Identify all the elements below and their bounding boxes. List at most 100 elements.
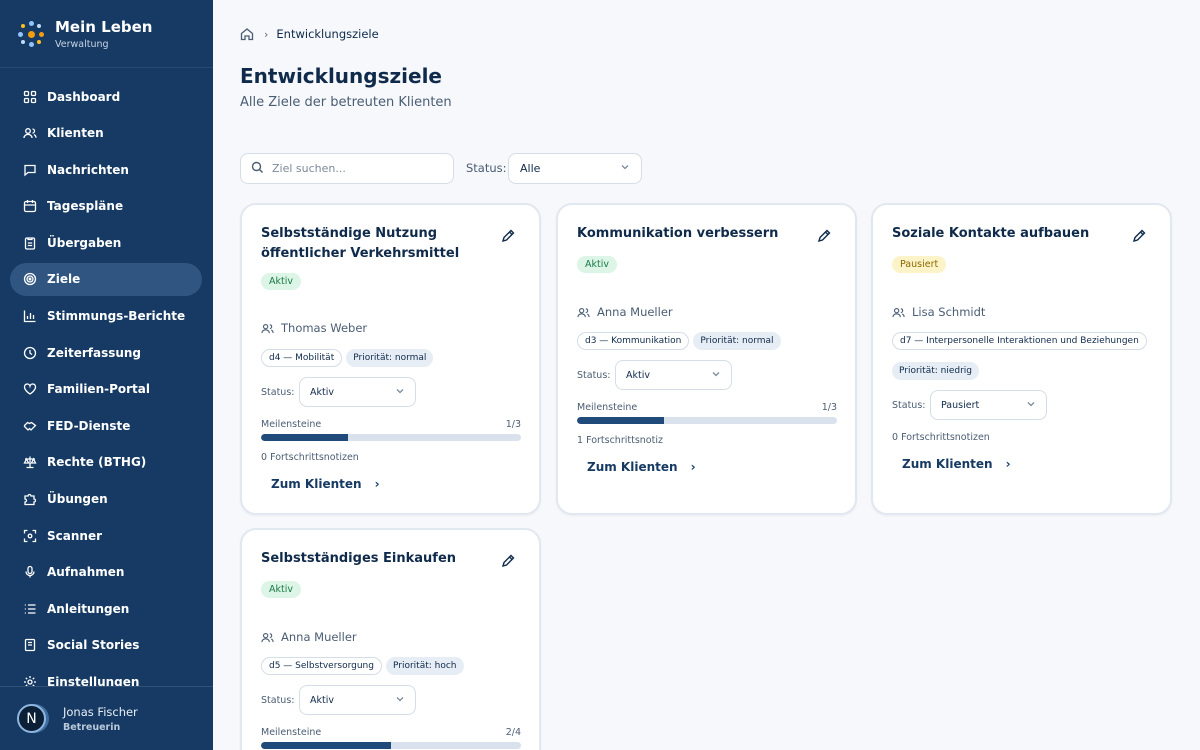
users-icon	[577, 307, 590, 317]
sidebar-item-klienten[interactable]: Klienten	[10, 117, 202, 150]
handshake-icon	[23, 419, 37, 433]
milestones-row: Meilensteine 2/4	[261, 727, 521, 738]
goal-status-select[interactable]: Aktiv	[299, 377, 416, 407]
sidebar-item-ziele[interactable]: Ziele	[10, 262, 202, 296]
sidebar-item-label: Dashboard	[47, 89, 121, 104]
status-badge: Pausiert	[892, 256, 947, 273]
progress-fill	[261, 434, 348, 441]
client-name: Lisa Schmidt	[912, 305, 986, 319]
goal-status-row: Status: Aktiv	[261, 685, 416, 715]
sidebar-item-zeiterfassung[interactable]: Zeiterfassung	[10, 336, 202, 369]
sidebar-item-uebungen[interactable]: Übungen	[10, 483, 202, 516]
chevron-right-icon: ›	[690, 460, 696, 474]
edit-icon[interactable]	[1131, 228, 1147, 244]
sidebar: Mein Leben Verwaltung Dashboard Klienten…	[0, 0, 213, 750]
milestones-progress	[577, 417, 837, 424]
goal-status-value: Pausiert	[941, 399, 980, 411]
goal-status-select[interactable]: Aktiv	[299, 685, 416, 715]
milestones-row: Meilensteine 1/3	[261, 419, 521, 430]
sidebar-item-dashboard[interactable]: Dashboard	[10, 80, 202, 113]
client-link-label: Zum Klienten	[271, 477, 362, 491]
chevron-down-icon	[620, 162, 630, 175]
users-icon	[261, 323, 274, 333]
sidebar-nav: Dashboard Klienten Nachrichten Tagesplän…	[10, 80, 202, 702]
chevron-right-icon: ›	[374, 477, 380, 491]
sidebar-item-label: Rechte (BTHG)	[47, 455, 147, 470]
message-icon	[23, 163, 37, 177]
sidebar-item-label: Ziele	[47, 272, 81, 287]
main-content: › Entwicklungsziele Entwicklungsziele Al…	[213, 0, 1200, 750]
progress-notes: 1 Fortschrittsnotiz	[577, 435, 663, 446]
sidebar-item-label: Zeiterfassung	[47, 345, 142, 360]
chevron-down-icon	[711, 369, 721, 382]
edit-icon[interactable]	[500, 228, 516, 244]
goal-client: Anna Mueller	[577, 305, 673, 319]
sidebar-item-rechte[interactable]: Rechte (BTHG)	[10, 446, 202, 479]
home-icon[interactable]	[240, 27, 254, 41]
sidebar-item-label: Aufnahmen	[47, 565, 125, 580]
users-icon	[23, 126, 37, 140]
sidebar-item-familien-portal[interactable]: Familien-Portal	[10, 373, 202, 406]
brand: Mein Leben Verwaltung	[0, 0, 213, 68]
edit-icon[interactable]	[816, 228, 832, 244]
goal-status-select[interactable]: Pausiert	[930, 390, 1047, 420]
sidebar-item-label: Übergaben	[47, 235, 122, 250]
sidebar-item-label: Scanner	[47, 528, 102, 543]
goal-status-select[interactable]: Aktiv	[615, 360, 732, 390]
logo-icon	[18, 20, 44, 47]
milestones-count: 1/3	[821, 402, 837, 413]
goal-tags: d7 — Interpersonelle Interaktionen und B…	[892, 332, 1162, 380]
clock-icon	[23, 346, 37, 360]
sidebar-item-anleitungen[interactable]: Anleitungen	[10, 592, 202, 625]
milestones-count: 2/4	[505, 727, 521, 738]
client-link[interactable]: Zum Klienten ›	[271, 477, 380, 491]
calendar-icon	[23, 199, 37, 213]
domain-tag: d5 — Selbstversorgung	[261, 657, 382, 675]
milestones-count: 1/3	[505, 419, 521, 430]
sidebar-item-label: Social Stories	[47, 638, 140, 653]
client-link-label: Zum Klienten	[902, 457, 993, 471]
goal-tags: d4 — Mobilität Priorität: normal	[261, 349, 531, 367]
goal-title: Kommunikation verbessern	[577, 226, 779, 241]
sidebar-item-social-stories[interactable]: Social Stories	[10, 629, 202, 662]
progress-fill	[261, 742, 391, 749]
sidebar-item-label: Stimmungs-Berichte	[47, 309, 186, 324]
status-label: Status:	[261, 386, 295, 398]
goal-client: Lisa Schmidt	[892, 305, 985, 319]
goal-card: Kommunikation verbessern Aktiv Anna Muel…	[556, 203, 857, 515]
sidebar-item-aufnahmen[interactable]: Aufnahmen	[10, 556, 202, 589]
edit-icon[interactable]	[500, 553, 516, 569]
clipboard-icon	[23, 236, 37, 250]
status-filter-select[interactable]: Alle	[508, 153, 642, 184]
milestones-label: Meilensteine	[261, 727, 322, 738]
search-input[interactable]	[272, 162, 442, 175]
sidebar-item-label: Übungen	[47, 492, 108, 507]
sidebar-item-stimmungs-berichte[interactable]: Stimmungs-Berichte	[10, 300, 202, 333]
sidebar-item-nachrichten[interactable]: Nachrichten	[10, 153, 202, 186]
sidebar-item-scanner[interactable]: Scanner	[10, 519, 202, 552]
user-profile[interactable]: N Jonas Fischer Betreuerin	[0, 686, 213, 750]
priority-tag: Priorität: normal	[346, 349, 434, 367]
goal-tags: d3 — Kommunikation Priorität: normal	[577, 332, 847, 350]
search-icon	[251, 159, 264, 178]
sidebar-item-uebergaben[interactable]: Übergaben	[10, 226, 202, 259]
search-field[interactable]	[240, 153, 454, 184]
status-badge: Aktiv	[261, 581, 301, 598]
sidebar-item-fed-dienste[interactable]: FED-Dienste	[10, 409, 202, 442]
progress-notes: 0 Fortschrittsnotizen	[892, 432, 990, 443]
sidebar-item-label: Nachrichten	[47, 162, 129, 177]
app-title: Mein Leben	[55, 17, 153, 36]
status-badge: Aktiv	[577, 256, 617, 273]
avatar[interactable]: N	[17, 704, 46, 733]
client-link-label: Zum Klienten	[587, 460, 678, 474]
client-link[interactable]: Zum Klienten ›	[587, 460, 696, 474]
user-name: Jonas Fischer	[63, 704, 138, 719]
status-filter-label: Status:	[466, 161, 507, 175]
chevron-down-icon	[395, 386, 405, 399]
chevron-right-icon: ›	[1005, 457, 1011, 471]
client-name: Anna Mueller	[597, 305, 673, 319]
user-role: Betreuerin	[63, 721, 121, 733]
client-link[interactable]: Zum Klienten ›	[902, 457, 1011, 471]
goal-title: Selbstständiges Einkaufen	[261, 551, 457, 566]
sidebar-item-tagesplaene[interactable]: Tagespläne	[10, 190, 202, 223]
